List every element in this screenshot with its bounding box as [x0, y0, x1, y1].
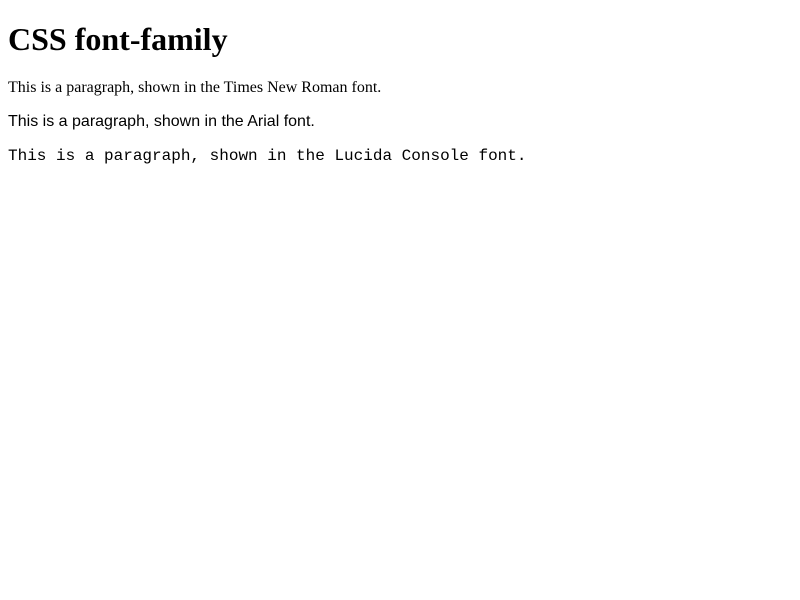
paragraph-arial: This is a paragraph, shown in the Arial …: [8, 113, 792, 131]
heading-css-font-family: CSS font-family: [8, 21, 792, 58]
paragraph-times-new-roman: This is a paragraph, shown in the Times …: [8, 79, 792, 97]
paragraph-lucida-console: This is a paragraph, shown in the Lucida…: [8, 147, 792, 165]
